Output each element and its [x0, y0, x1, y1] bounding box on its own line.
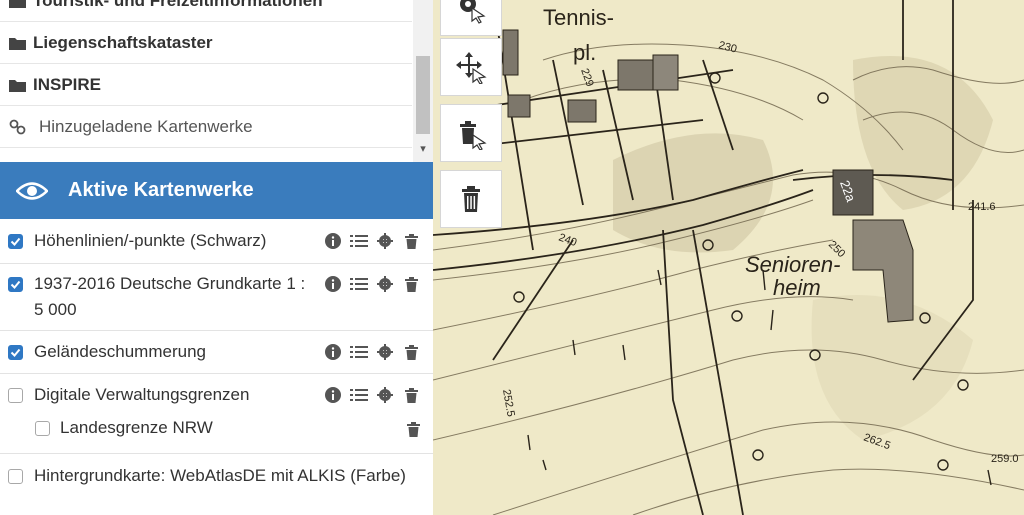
catalog-item-label: INSPIRE [33, 74, 102, 94]
map-label-seniorenheim: Senioren- [745, 252, 840, 277]
layer-checkbox[interactable] [8, 388, 23, 403]
legend-list-icon[interactable] [350, 343, 368, 361]
sublayer-label: Landesgrenze NRW [60, 418, 213, 437]
gear-icon[interactable] [376, 232, 394, 250]
layer-checkbox[interactable] [8, 469, 23, 484]
info-icon[interactable] [324, 386, 342, 404]
layer-sidebar: Touristik- und Freizeitinformationen Lie… [0, 0, 433, 515]
map-label-heim: heim [773, 275, 821, 300]
map-graphic: Tennis- pl. Senioren- heim 22a 230 229 2… [433, 0, 1024, 515]
catalog-scrollbar[interactable]: ▾ [413, 0, 433, 162]
layer-tools [324, 275, 420, 293]
link-icon [9, 119, 27, 135]
gear-icon[interactable] [376, 343, 394, 361]
map-label-tennis-pl: pl. [573, 40, 596, 65]
layer-row: Geländeschummerung [0, 331, 433, 374]
layer-tools [324, 343, 420, 361]
info-icon[interactable] [324, 275, 342, 293]
move-arrows-icon [456, 52, 487, 84]
layer-checkbox[interactable] [8, 345, 23, 360]
sublayer-checkbox[interactable] [35, 421, 50, 436]
folder-icon [9, 78, 27, 92]
trash-icon[interactable] [402, 275, 420, 293]
map-label-h259: 259.0 [991, 453, 1019, 465]
catalog-item-inspire[interactable]: INSPIRE [0, 64, 412, 106]
trash-cursor-icon [460, 121, 487, 150]
chevron-down-icon[interactable]: ▾ [416, 142, 430, 158]
legend-list-icon[interactable] [350, 275, 368, 293]
trash-icon[interactable] [402, 386, 420, 404]
layer-row: Höhenlinien/-punkte (Schwarz) [0, 219, 433, 264]
info-icon[interactable] [324, 343, 342, 361]
trash-icon[interactable] [404, 420, 422, 438]
map-tool-settings-select[interactable] [440, 0, 502, 36]
folder-icon [9, 36, 27, 50]
gear-icon[interactable] [376, 386, 394, 404]
catalog-item-liegenschaftskataster[interactable]: Liegenschaftskataster [0, 22, 412, 64]
catalog-list[interactable]: Touristik- und Freizeitinformationen Lie… [0, 0, 433, 162]
layer-label: Digitale Verwaltungsgrenzen [34, 385, 250, 404]
map-label-h241: 241.6 [968, 201, 996, 213]
catalog-item-label: Hinzugeladene Kartenwerke [39, 116, 253, 136]
layer-label-line1: 1937-2016 Deutsche Grundkarte 1 : [34, 274, 306, 293]
active-layers-header[interactable]: Aktive Kartenwerke [0, 162, 433, 219]
layer-label: Höhenlinien/-punkte (Schwarz) [34, 231, 267, 250]
layer-checkbox[interactable] [8, 277, 23, 292]
catalog-item-hinzugeladen[interactable]: Hinzugeladene Kartenwerke [0, 106, 412, 148]
layer-tools [324, 386, 420, 404]
layer-row: Hintergrundkarte: WebAtlasDE mit ALKIS (… [0, 454, 433, 499]
active-layers-title: Aktive Kartenwerke [68, 179, 254, 201]
legend-list-icon[interactable] [350, 386, 368, 404]
layer-row: 1937-2016 Deutsche Grundkarte 1 : 5 000 [0, 264, 433, 331]
gear-icon[interactable] [376, 275, 394, 293]
legend-list-icon[interactable] [350, 232, 368, 250]
scrollbar-thumb[interactable] [416, 56, 430, 134]
map-label-tennis: Tennis- [543, 5, 614, 30]
layer-tools [324, 232, 420, 250]
gear-cursor-icon [460, 0, 486, 24]
info-icon[interactable] [324, 232, 342, 250]
layer-group-row: Digitale Verwaltungsgrenzen Landesgrenze… [0, 374, 433, 454]
map-tool-delete-all[interactable] [440, 170, 502, 228]
trash-icon[interactable] [402, 232, 420, 250]
layer-label-line2: 5 000 [34, 300, 77, 319]
trash-icon [462, 186, 480, 212]
layer-label: Hintergrundkarte: WebAtlasDE mit ALKIS (… [34, 466, 406, 485]
map-tool-delete-select[interactable] [440, 104, 502, 162]
catalog-item-label: Touristik- und Freizeitinformationen [33, 0, 323, 10]
folder-icon [9, 0, 27, 8]
catalog-item-label: Liegenschaftskataster [33, 32, 213, 52]
map-canvas[interactable]: Tennis- pl. Senioren- heim 22a 230 229 2… [433, 0, 1024, 515]
trash-icon[interactable] [402, 343, 420, 361]
eye-icon [16, 180, 48, 202]
layer-label: Geländeschummerung [34, 342, 206, 361]
catalog-item-touristik[interactable]: Touristik- und Freizeitinformationen [0, 0, 412, 22]
map-tool-move[interactable] [440, 38, 502, 96]
layer-checkbox[interactable] [8, 234, 23, 249]
